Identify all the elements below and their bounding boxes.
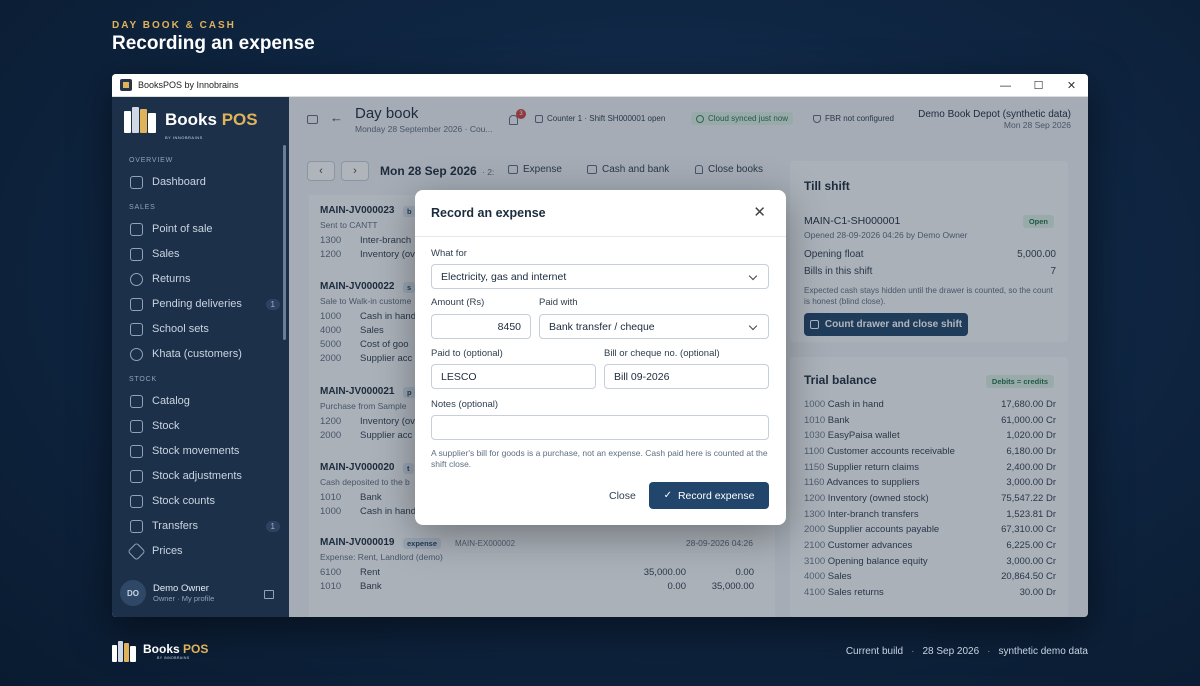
demo-data-label: synthetic demo data	[998, 646, 1089, 657]
sidebar-item-label: School sets	[152, 323, 209, 335]
sidebar-item-label: Stock adjustments	[152, 470, 242, 482]
footer-logo: Books POS BY INNOBRAINS	[112, 640, 208, 662]
user-name: Demo Owner	[153, 583, 209, 594]
user-role: Owner · My profile	[153, 594, 215, 603]
notes-label: Notes (optional)	[431, 399, 499, 410]
sidebar-item-school-sets[interactable]: School sets	[130, 320, 280, 338]
sidebar-item-prices[interactable]: Prices	[127, 541, 280, 561]
sidebar-item-label: Stock counts	[152, 495, 215, 507]
school-icon	[130, 322, 143, 336]
books-logo-icon	[112, 640, 140, 662]
box-icon	[130, 419, 143, 433]
brand-logo: Books POS BY INNOBRAINS	[124, 105, 258, 140]
sidebar-item-pending[interactable]: Pending deliveries 1	[130, 295, 280, 313]
notes-input[interactable]	[431, 415, 769, 440]
book-icon	[130, 394, 143, 408]
pos-icon	[130, 222, 143, 236]
sidebar-item-label: Prices	[152, 545, 183, 557]
hero-title: Recording an expense	[112, 33, 315, 54]
transfers-count-badge: 1	[265, 520, 280, 532]
check-icon: ✓	[663, 490, 672, 501]
window-close-button[interactable]: ✕	[1055, 74, 1088, 97]
sidebar-item-label: Point of sale	[152, 223, 213, 235]
build-date: 28 Sep 2026	[922, 646, 980, 657]
section-stock: STOCK	[129, 376, 157, 383]
truck-icon	[130, 519, 143, 533]
paid-to-label: Paid to (optional)	[431, 348, 503, 359]
dashboard-icon	[130, 175, 143, 189]
amount-label: Amount (Rs)	[431, 297, 485, 308]
clipboard-icon	[130, 494, 143, 508]
record-expense-dialog: Record an expense ✕ What for Electricity…	[415, 190, 786, 525]
sidebar-item-label: Stock movements	[152, 445, 240, 457]
build-label: Current build	[845, 646, 904, 657]
paid-with-label: Paid with	[539, 297, 578, 308]
sidebar-item-label: Khata (customers)	[152, 348, 242, 360]
people-icon	[130, 347, 143, 361]
hourglass-icon	[130, 297, 143, 311]
sidebar: Books POS BY INNOBRAINS OVERVIEW Dashboa…	[112, 97, 289, 617]
footer-brand-pos: POS	[183, 642, 209, 656]
sidebar-item-stock-counts[interactable]: Stock counts	[130, 492, 280, 510]
paid-to-input[interactable]: LESCO	[431, 364, 596, 389]
window-title: BooksPOS by Innobrains	[138, 80, 239, 90]
amount-input[interactable]: 8450	[431, 314, 531, 339]
sidebar-item-transfers[interactable]: Transfers 1	[130, 517, 280, 535]
sliders-icon	[130, 469, 143, 483]
avatar: DO	[120, 580, 146, 606]
receipt-icon	[130, 247, 143, 261]
sidebar-item-khata[interactable]: Khata (customers)	[130, 345, 280, 363]
section-overview: OVERVIEW	[129, 157, 174, 164]
user-profile[interactable]: DO Demo Owner Owner · My profile	[120, 580, 214, 606]
paid-with-select[interactable]: Bank transfer / cheque	[539, 314, 769, 339]
sidebar-scrollbar[interactable]	[283, 145, 286, 340]
return-icon	[130, 272, 143, 286]
close-icon[interactable]: ✕	[753, 205, 766, 220]
record-expense-button[interactable]: ✓ Record expense	[649, 482, 769, 509]
app-icon	[120, 79, 132, 91]
sidebar-item-returns[interactable]: Returns	[130, 270, 280, 288]
dialog-divider	[415, 236, 786, 237]
logo-text-pos: POS	[221, 109, 258, 129]
footer-brand-sub: BY INNOBRAINS	[157, 656, 190, 660]
what-for-label: What for	[431, 248, 467, 259]
footer-info: Current build · 28 Sep 2026 · synthetic demo…	[845, 646, 1089, 657]
logo-subtitle: BY INNOBRAINS	[165, 135, 203, 140]
sidebar-item-catalog[interactable]: Catalog	[130, 392, 280, 410]
sidebar-item-label: Returns	[152, 273, 191, 285]
hero-eyebrow: DAY BOOK & CASH	[112, 20, 236, 31]
window-titlebar: BooksPOS by Innobrains	[112, 74, 1088, 97]
dialog-title: Record an expense	[431, 206, 546, 220]
sidebar-item-label: Stock	[152, 420, 180, 432]
footer-brand-books: Books	[143, 642, 184, 656]
sidebar-item-label: Pending deliveries	[152, 298, 242, 310]
section-sales: SALES	[129, 204, 156, 211]
bill-number-label: Bill or cheque no. (optional)	[604, 348, 720, 359]
sidebar-item-label: Sales	[152, 248, 180, 260]
tag-icon	[127, 541, 146, 561]
cancel-button[interactable]: Close	[609, 490, 636, 502]
maximize-button[interactable]: ☐	[1022, 74, 1055, 97]
expense-hint: A supplier's bill for goods is a purchas…	[431, 448, 768, 469]
logout-icon[interactable]	[264, 590, 274, 599]
minimize-button[interactable]: —	[989, 74, 1022, 97]
sidebar-item-sales[interactable]: Sales	[130, 245, 280, 263]
sidebar-item-stock-adjustments[interactable]: Stock adjustments	[130, 467, 280, 485]
record-expense-label: Record expense	[677, 489, 755, 502]
pending-count-badge: 1	[265, 298, 280, 310]
sidebar-item-pos[interactable]: Point of sale	[130, 220, 280, 238]
logo-text-books: Books	[165, 109, 222, 129]
sidebar-item-label: Transfers	[152, 520, 199, 532]
arrows-icon	[130, 444, 143, 458]
sidebar-item-label: Dashboard	[152, 176, 206, 188]
sidebar-item-stock[interactable]: Stock	[130, 417, 280, 435]
sidebar-item-stock-movements[interactable]: Stock movements	[130, 442, 280, 460]
bill-number-input[interactable]: Bill 09-2026	[604, 364, 769, 389]
what-for-select[interactable]: Electricity, gas and internet	[431, 264, 769, 289]
sidebar-item-label: Catalog	[152, 395, 190, 407]
books-logo-icon	[124, 105, 160, 133]
sidebar-item-dashboard[interactable]: Dashboard	[130, 173, 280, 191]
